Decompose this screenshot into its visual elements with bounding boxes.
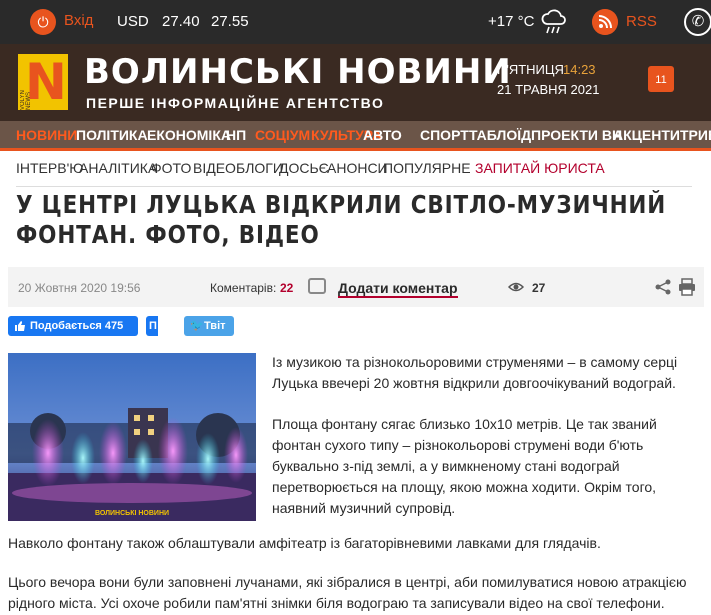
eye-icon <box>508 282 524 292</box>
article-paragraph: Із музикою та різнокольоровими струменям… <box>272 354 678 391</box>
current-time: 14:23 <box>563 62 596 77</box>
site-header: VOLYN NEWS N ВОЛИНСЬКІ НОВИНИ ПЕРШЕ ІНФО… <box>0 44 711 121</box>
main-nav-item[interactable]: СПОРТ <box>420 127 469 143</box>
site-title[interactable]: ВОЛИНСЬКІ НОВИНИ <box>84 52 512 92</box>
add-comment-link[interactable]: Додати коментар <box>338 280 458 298</box>
article-paragraph: Площа фонтану сягає близько 10х10 метрів… <box>272 416 657 516</box>
cloud-rain-icon <box>541 9 566 34</box>
article-headline: У ЦЕНТРІ ЛУЦЬКА ВІДКРИЛИ СВІТЛО-МУЗИЧНИЙ… <box>16 190 667 249</box>
calendar-icon[interactable]: 11 <box>648 66 674 92</box>
comment-icon[interactable] <box>308 278 326 294</box>
sub-nav-item[interactable]: АНОНСИ <box>327 160 388 176</box>
login-icon[interactable]: ⏻ <box>30 9 56 35</box>
twitter-bird-icon: 🐦 <box>190 320 204 332</box>
top-bar: ⏻ Вхід USD 27.40 27.55 +17 °C RSS ✆ <box>0 0 711 44</box>
rss-link[interactable]: RSS <box>626 13 657 30</box>
current-day: П'ЯТНИЦЯ <box>497 62 564 77</box>
views-count: 27 <box>532 281 546 295</box>
facebook-like-label: Подобається 475 <box>30 320 124 332</box>
facebook-share-button[interactable]: П <box>146 316 158 336</box>
ask-lawyer-link[interactable]: ЗАПИТАЙ ЮРИСТА <box>475 160 605 176</box>
currency-label: USD <box>117 13 149 30</box>
main-nav-item[interactable]: ПОЛІТИКА <box>76 127 148 143</box>
sub-nav-item[interactable]: ІНТЕРВ'Ю <box>16 160 83 176</box>
facebook-like-button[interactable]: Подобається 475 <box>8 316 138 336</box>
comments-count[interactable]: 22 <box>280 281 293 295</box>
sub-nav-item[interactable]: ПОПУЛЯРНЕ <box>383 160 471 176</box>
main-nav-item[interactable]: АВТО <box>363 127 402 143</box>
sub-nav-item[interactable]: ДОСЬЄ <box>279 160 329 176</box>
sub-nav-item[interactable]: ВІДЕО <box>193 160 236 176</box>
login-link[interactable]: Вхід <box>64 12 93 29</box>
main-nav-item[interactable]: НП <box>226 127 246 143</box>
main-nav-item[interactable]: АКЦЕНТИ <box>613 127 680 143</box>
divider <box>16 186 692 187</box>
currency-buy: 27.40 <box>162 13 200 30</box>
phone-icon[interactable]: ✆ <box>684 8 711 36</box>
article-paragraph: Навколо фонтану також облаштували амфіте… <box>8 535 601 551</box>
sub-nav-item[interactable]: АНАЛІТИКА <box>79 160 157 176</box>
main-nav-item[interactable]: ПРОЕКТИ ВН <box>531 127 622 143</box>
site-logo[interactable]: VOLYN NEWS N <box>18 54 68 110</box>
rss-icon[interactable] <box>592 9 618 35</box>
logo-letter: N <box>25 53 67 111</box>
main-nav: НОВИНИ ПОЛІТИКА ЕКОНОМІКА НП СОЦІУМ КУЛЬТУРА А… <box>0 121 711 151</box>
comments-label: Коментарів: <box>210 281 277 295</box>
article-paragraph: Цього вечора вони були заповнені лучанам… <box>8 574 687 611</box>
main-nav-item[interactable]: ЕКОНОМІКА <box>147 127 231 143</box>
temperature: +17 °C <box>488 13 535 30</box>
twitter-label: Твіт <box>204 320 226 332</box>
image-watermark: ВОЛИНСЬКІ НОВИНИ <box>95 510 169 517</box>
main-nav-item[interactable]: СОЦІУМ <box>255 127 310 143</box>
main-nav-item[interactable]: НОВИНИ <box>16 127 77 143</box>
sub-nav-item[interactable]: БЛОГИ <box>236 160 283 176</box>
article-photo[interactable]: ВОЛИНСЬКІ НОВИНИ <box>8 353 256 521</box>
main-nav-item[interactable]: ТРИБУ <box>680 127 711 143</box>
currency-sell: 27.55 <box>211 13 249 30</box>
main-nav-item[interactable]: ТАБЛОЇД <box>469 127 531 143</box>
current-date: 21 ТРАВНЯ 2021 <box>497 82 600 97</box>
article-datetime: 20 Жовтня 2020 19:56 <box>18 281 141 295</box>
sub-nav-item[interactable]: ФОТО <box>151 160 191 176</box>
article-meta-bar: 20 Жовтня 2020 19:56 Коментарів: 22 Дода… <box>8 267 704 307</box>
site-subtitle: ПЕРШЕ ІНФОРМАЦІЙНЕ АГЕНТСТВО <box>86 95 385 111</box>
share-icon[interactable] <box>654 278 672 296</box>
twitter-tweet-button[interactable]: 🐦 Твіт <box>184 316 234 336</box>
thumbs-up-icon <box>15 321 25 331</box>
print-icon[interactable] <box>678 278 696 296</box>
